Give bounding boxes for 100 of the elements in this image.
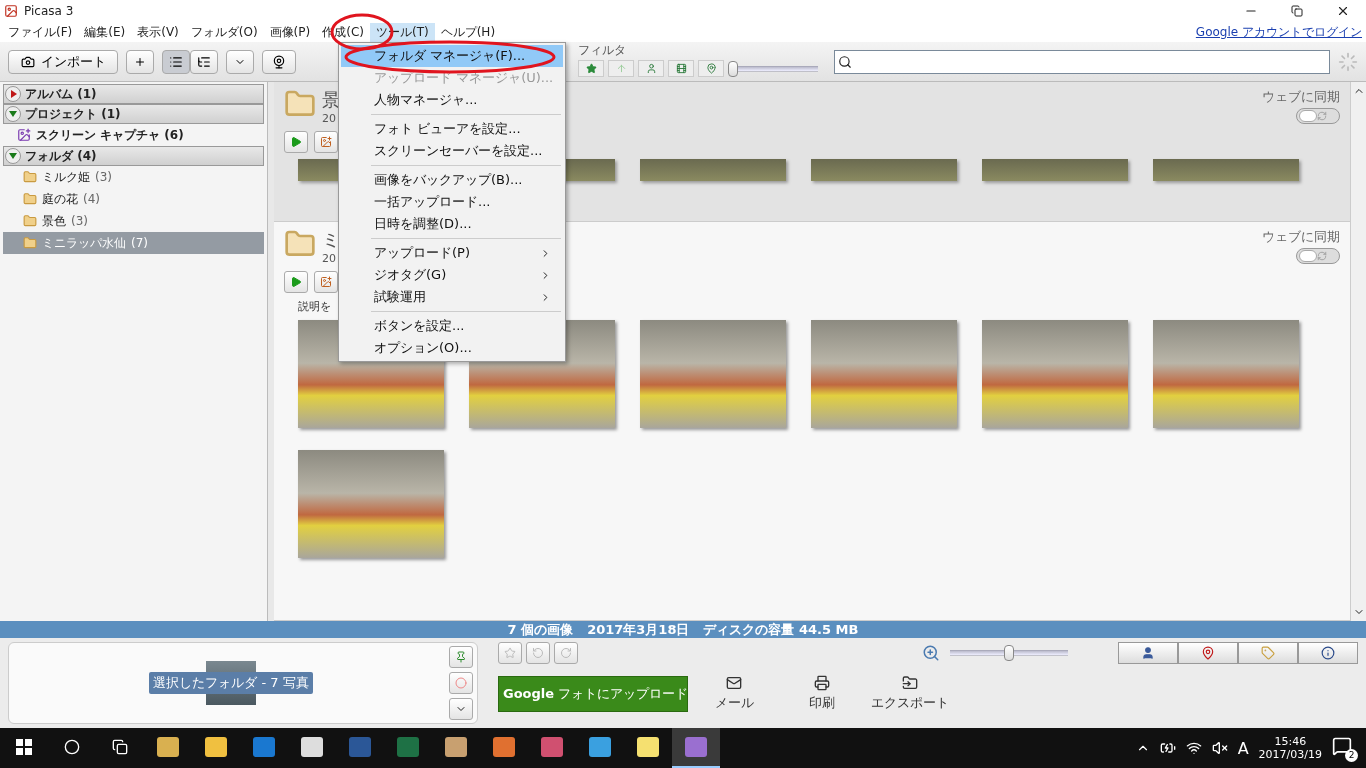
folder-icon <box>23 192 37 206</box>
menu-item[interactable]: アップロード(P) <box>341 242 563 264</box>
menu-item[interactable]: 一括アップロード... <box>341 191 563 213</box>
pin-filter-button[interactable] <box>698 60 724 77</box>
folder-icon <box>23 170 37 184</box>
camera-icon <box>20 54 35 69</box>
photo-placeholder[interactable] <box>298 450 444 558</box>
menu-item[interactable]: ヘルプ(H) <box>434 22 502 42</box>
rotate-right-button[interactable] <box>554 642 578 664</box>
rotate-left-icon <box>532 647 544 659</box>
menu-item[interactable]: オプション(O)... <box>341 337 563 359</box>
add-button[interactable] <box>126 49 154 74</box>
expand-toggle[interactable] <box>5 86 21 102</box>
action-button[interactable]: エクスポート <box>868 674 952 713</box>
slider-thumb[interactable] <box>728 60 738 77</box>
app-icon <box>397 737 419 757</box>
action-button[interactable]: メール <box>692 674 776 713</box>
sidebar-item[interactable]: 景色 (3) <box>3 210 264 232</box>
play-button[interactable] <box>284 271 308 293</box>
rotate-right-icon <box>560 647 572 659</box>
tag-icon <box>1261 646 1275 660</box>
person-filter-button[interactable] <box>638 60 664 77</box>
menu-item[interactable]: ボタンを設定... <box>341 315 563 337</box>
status-text: ディスクの容量 44.5 MB <box>703 620 859 639</box>
app-icon <box>541 737 563 757</box>
menu-item[interactable]: 表示(V) <box>131 22 185 42</box>
description-text: 説明を <box>298 299 332 314</box>
folder-title: ミ <box>322 228 340 252</box>
app-icon <box>301 737 323 757</box>
taskbar-app[interactable] <box>672 728 720 768</box>
photo-placeholder[interactable] <box>811 320 957 428</box>
video-filter-button[interactable] <box>668 60 694 77</box>
menu-item[interactable]: 試験運用 <box>341 286 563 308</box>
folder-export-icon <box>902 675 918 691</box>
menu-item[interactable]: フォト ビューアを設定... <box>341 118 563 140</box>
menu-item[interactable]: 人物マネージャ... <box>341 89 563 111</box>
star-button[interactable] <box>498 642 522 664</box>
sidebar-item[interactable]: スクリーン キャプチャ (6) <box>3 124 264 146</box>
menu-item[interactable]: ファイル(F) <box>2 22 79 42</box>
battery-icon <box>1159 740 1176 756</box>
pin-icon <box>455 651 467 663</box>
menu-item[interactable]: 日時を調整(D)... <box>341 213 563 235</box>
slider-thumb[interactable] <box>1004 645 1014 661</box>
menu-item[interactable]: 画像をバックアップ(B)... <box>341 169 563 191</box>
dropdown-button[interactable] <box>226 49 254 74</box>
sidebar-item[interactable]: 庭の花 (4) <box>3 188 264 210</box>
sync-label: ウェブに同期 <box>1262 88 1340 106</box>
scrollbar[interactable] <box>1350 82 1366 621</box>
view-toggle[interactable] <box>190 49 218 74</box>
notification-count: 2 <box>1345 749 1358 762</box>
app-icon <box>493 737 515 757</box>
expand-toggle[interactable] <box>5 106 21 122</box>
ime-indicator: A <box>1237 738 1249 758</box>
sidebar-group-header[interactable]: フォルダ (4) <box>3 146 264 166</box>
search-field[interactable] <box>834 49 1330 74</box>
places-tab[interactable] <box>1178 642 1238 664</box>
people-tab[interactable] <box>1118 642 1178 664</box>
sync-switch[interactable] <box>1296 108 1340 124</box>
list-view-icon <box>169 54 183 69</box>
sidebar-group-header[interactable]: プロジェクト (1) <box>3 104 264 124</box>
menu-item[interactable]: 編集(E) <box>78 22 132 42</box>
sidebar-item[interactable]: ミルク姫 (3) <box>3 166 264 188</box>
app-icon <box>253 737 275 757</box>
action-button[interactable]: 印刷 <box>780 674 864 713</box>
sidebar-group-header[interactable]: アルバム (1) <box>3 84 264 104</box>
menu-item[interactable]: ジオタグ(G) <box>341 264 563 286</box>
login-link[interactable]: Google アカウントでログイン <box>1195 23 1362 41</box>
app-icon <box>589 737 611 757</box>
info-tab[interactable] <box>1298 642 1358 664</box>
webcam-button[interactable] <box>262 49 296 74</box>
view-toggle[interactable] <box>162 49 190 74</box>
plus-icon <box>134 55 146 68</box>
project-icon <box>17 128 31 142</box>
menu-item[interactable]: フォルダ(O) <box>184 22 264 42</box>
album-button[interactable] <box>449 698 473 720</box>
info-icon <box>1321 646 1335 660</box>
expand-toggle[interactable] <box>5 148 21 164</box>
add-photo-button[interactable] <box>314 271 338 293</box>
hold-button[interactable] <box>449 646 473 668</box>
menu-item[interactable]: スクリーンセーバーを設定... <box>341 140 563 162</box>
menu-item[interactable]: 画像(P) <box>263 22 317 42</box>
clear-button[interactable] <box>449 672 473 694</box>
photo-placeholder[interactable] <box>1153 320 1299 428</box>
item-count: (4) <box>83 192 100 206</box>
star-icon <box>585 63 597 74</box>
zoom-icon <box>922 644 940 662</box>
import-button[interactable]: インポート <box>8 49 118 74</box>
photo-placeholder[interactable] <box>640 320 786 428</box>
restore-icon <box>1291 5 1303 17</box>
photo-placeholder[interactable] <box>982 320 1128 428</box>
sync-switch[interactable] <box>1296 248 1340 264</box>
mail-icon <box>726 675 742 691</box>
rotate-left-button[interactable] <box>526 642 550 664</box>
add-photo-button[interactable] <box>314 131 338 153</box>
play-button[interactable] <box>284 131 308 153</box>
tags-tab[interactable] <box>1238 642 1298 664</box>
star-filter-button[interactable] <box>578 60 604 77</box>
notification-button[interactable]: 2 <box>1332 736 1356 760</box>
windows-logo-icon <box>16 739 32 755</box>
upload-button[interactable]: Google フォトにアップロード <box>498 675 688 712</box>
